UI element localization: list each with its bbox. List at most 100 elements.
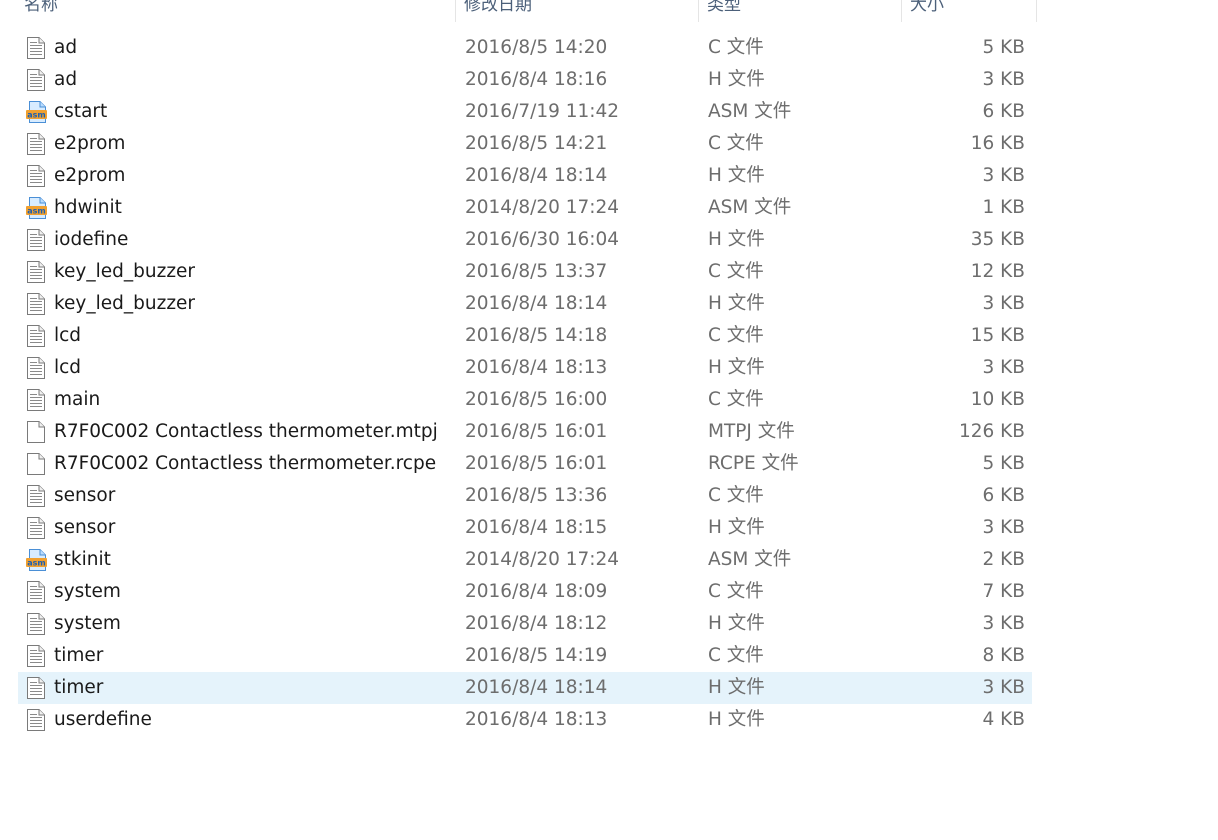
text-file-icon: [26, 676, 46, 700]
column-header-bar: 名称 修改日期 类型 大小: [0, 0, 1040, 22]
text-file-icon: [26, 164, 46, 188]
file-size: 16 KB: [970, 133, 1025, 154]
file-type: ASM 文件: [708, 101, 792, 122]
file-row[interactable]: timer 2016/8/4 18:14 H 文件 3 KB: [18, 672, 1032, 704]
file-size: 3 KB: [982, 165, 1025, 186]
blank-file-icon: [26, 420, 46, 444]
file-row[interactable]: R7F0C002 Contactless thermometer.mtpj 201…: [18, 416, 1032, 448]
file-type: H 文件: [708, 165, 765, 186]
file-date-modified: 2016/8/5 13:37: [465, 261, 608, 282]
file-row[interactable]: ad 2016/8/5 14:20 C 文件 5 KB: [18, 32, 1032, 64]
file-date-modified: 2014/8/20 17:24: [465, 197, 620, 218]
file-date-modified: 2016/8/4 18:14: [465, 293, 608, 314]
file-date-modified: 2016/8/5 16:01: [465, 453, 608, 474]
column-header-name[interactable]: 名称: [16, 0, 456, 22]
file-size: 15 KB: [970, 325, 1025, 346]
file-name: ad: [54, 69, 78, 90]
file-size: 10 KB: [970, 389, 1025, 410]
text-file-icon: [26, 260, 46, 284]
file-row[interactable]: lcd 2016/8/4 18:13 H 文件 3 KB: [18, 352, 1032, 384]
file-name: R7F0C002 Contactless thermometer.rcpe: [54, 453, 437, 474]
file-date-modified: 2016/8/4 18:15: [465, 517, 608, 538]
file-name: system: [54, 581, 121, 602]
file-type: H 文件: [708, 613, 765, 634]
file-name: main: [54, 389, 101, 410]
file-size: 1 KB: [982, 197, 1025, 218]
file-name: key_led_buzzer: [54, 293, 196, 314]
file-row[interactable]: key_led_buzzer 2016/8/4 18:14 H 文件 3 KB: [18, 288, 1032, 320]
file-date-modified: 2016/8/4 18:13: [465, 709, 608, 730]
file-type: C 文件: [708, 37, 764, 58]
file-type: H 文件: [708, 357, 765, 378]
text-file-icon: [26, 612, 46, 636]
text-file-icon: [26, 132, 46, 156]
file-row[interactable]: userdefine 2016/8/4 18:13 H 文件 4 KB: [18, 704, 1032, 736]
file-date-modified: 2016/8/5 14:21: [465, 133, 608, 154]
file-date-modified: 2016/8/4 18:12: [465, 613, 608, 634]
file-size: 12 KB: [970, 261, 1025, 282]
file-type: H 文件: [708, 293, 765, 314]
file-date-modified: 2016/8/5 14:19: [465, 645, 608, 666]
file-date-modified: 2014/8/20 17:24: [465, 549, 620, 570]
file-size: 35 KB: [970, 229, 1025, 250]
file-row[interactable]: lcd 2016/8/5 14:18 C 文件 15 KB: [18, 320, 1032, 352]
file-row[interactable]: sensor 2016/8/4 18:15 H 文件 3 KB: [18, 512, 1032, 544]
file-row[interactable]: system 2016/8/4 18:12 H 文件 3 KB: [18, 608, 1032, 640]
file-name: cstart: [54, 101, 108, 122]
file-size: 126 KB: [958, 421, 1025, 442]
file-date-modified: 2016/8/5 14:20: [465, 37, 608, 58]
file-row[interactable]: asm hdwinit 2014/8/20 17:24 ASM 文件 1 KB: [18, 192, 1032, 224]
text-file-icon: [26, 580, 46, 604]
file-list: ad 2016/8/5 14:20 C 文件 5 KB ad 2016/8/4 18:16…: [18, 32, 1032, 736]
file-row[interactable]: system 2016/8/4 18:09 C 文件 7 KB: [18, 576, 1032, 608]
file-date-modified: 2016/8/5 13:36: [465, 485, 608, 506]
blank-file-icon: [26, 452, 46, 476]
file-name: key_led_buzzer: [54, 261, 196, 282]
file-type: C 文件: [708, 133, 764, 154]
file-row[interactable]: timer 2016/8/5 14:19 C 文件 8 KB: [18, 640, 1032, 672]
file-size: 7 KB: [982, 581, 1025, 602]
file-name: hdwinit: [54, 197, 122, 218]
file-date-modified: 2016/8/4 18:13: [465, 357, 608, 378]
file-type: H 文件: [708, 229, 765, 250]
file-size: 3 KB: [982, 677, 1025, 698]
file-date-modified: 2016/8/4 18:14: [465, 677, 608, 698]
file-row[interactable]: e2prom 2016/8/4 18:14 H 文件 3 KB: [18, 160, 1032, 192]
text-file-icon: [26, 356, 46, 380]
svg-text:asm: asm: [27, 207, 46, 216]
file-type: H 文件: [708, 677, 765, 698]
file-type: C 文件: [708, 325, 764, 346]
svg-text:asm: asm: [27, 559, 46, 568]
file-type: H 文件: [708, 69, 765, 90]
file-type: C 文件: [708, 645, 764, 666]
file-date-modified: 2016/7/19 11:42: [465, 101, 620, 122]
text-file-icon: [26, 68, 46, 92]
file-type: ASM 文件: [708, 549, 792, 570]
file-row[interactable]: asm cstart 2016/7/19 11:42 ASM 文件 6 KB: [18, 96, 1032, 128]
asm-file-icon: asm: [26, 548, 47, 572]
file-name: stkinit: [54, 549, 111, 570]
file-name: e2prom: [54, 165, 126, 186]
column-header-date-modified[interactable]: 修改日期: [456, 0, 699, 22]
file-row[interactable]: e2prom 2016/8/5 14:21 C 文件 16 KB: [18, 128, 1032, 160]
file-size: 4 KB: [982, 709, 1025, 730]
file-row[interactable]: sensor 2016/8/5 13:36 C 文件 6 KB: [18, 480, 1032, 512]
column-header-type[interactable]: 类型: [699, 0, 902, 22]
file-type: C 文件: [708, 581, 764, 602]
file-row[interactable]: iodefine 2016/6/30 16:04 H 文件 35 KB: [18, 224, 1032, 256]
file-row[interactable]: ad 2016/8/4 18:16 H 文件 3 KB: [18, 64, 1032, 96]
file-size: 5 KB: [982, 37, 1025, 58]
file-row[interactable]: asm stkinit 2014/8/20 17:24 ASM 文件 2 KB: [18, 544, 1032, 576]
file-type: C 文件: [708, 261, 764, 282]
file-name: userdefine: [54, 709, 152, 730]
file-row[interactable]: main 2016/8/5 16:00 C 文件 10 KB: [18, 384, 1032, 416]
text-file-icon: [26, 324, 46, 348]
text-file-icon: [26, 388, 46, 412]
file-row[interactable]: key_led_buzzer 2016/8/5 13:37 C 文件 12 KB: [18, 256, 1032, 288]
file-date-modified: 2016/8/5 14:18: [465, 325, 608, 346]
file-size: 3 KB: [982, 69, 1025, 90]
file-row[interactable]: R7F0C002 Contactless thermometer.rcpe 201…: [18, 448, 1032, 480]
file-size: 6 KB: [982, 485, 1025, 506]
file-name: lcd: [54, 357, 82, 378]
column-header-size[interactable]: 大小: [902, 0, 1037, 22]
